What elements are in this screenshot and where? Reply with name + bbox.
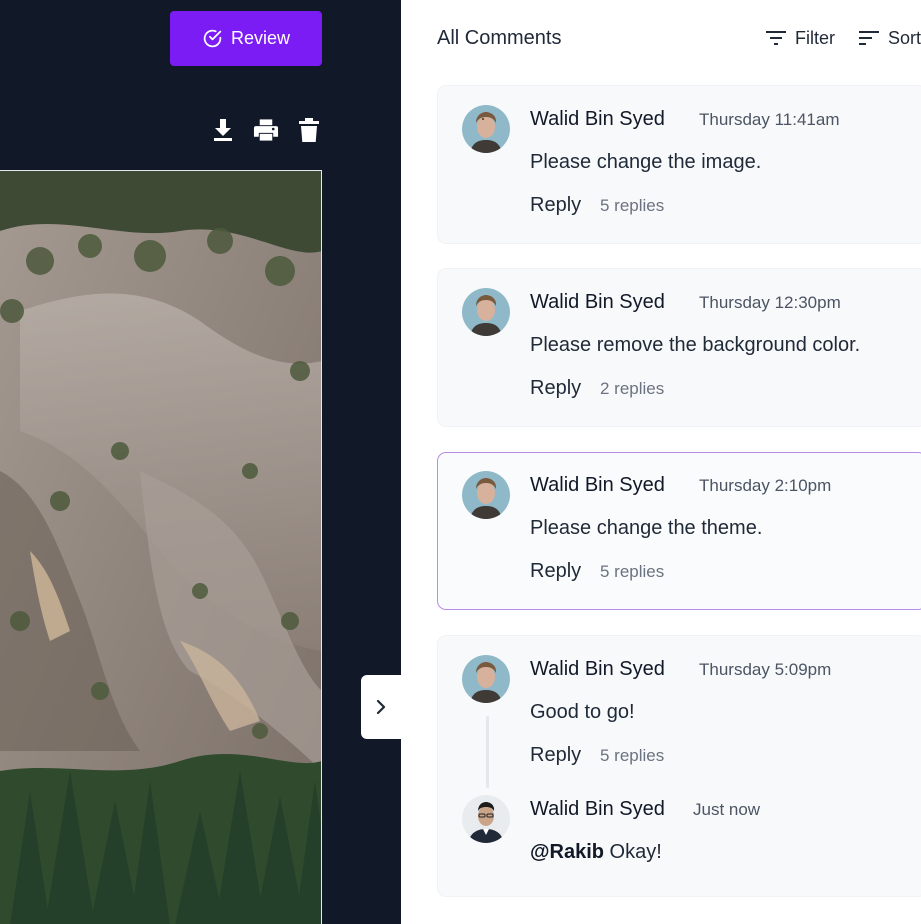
comment-card[interactable]: Walid Bin Syed Thursday 5:09pm Good to g… bbox=[437, 635, 921, 897]
download-icon[interactable] bbox=[210, 116, 236, 144]
reply-message: Okay! bbox=[603, 841, 662, 863]
preview-panel: Review bbox=[0, 0, 401, 924]
mention-link[interactable]: @Rakib bbox=[530, 841, 604, 863]
filter-icon bbox=[765, 31, 786, 45]
reply-button[interactable]: Reply bbox=[530, 377, 581, 400]
comment-author: Walid Bin Syed bbox=[530, 658, 665, 680]
comment-time: Thursday 12:30pm bbox=[699, 293, 841, 312]
comment-author: Walid Bin Syed bbox=[530, 291, 665, 313]
sort-label: Sort bbox=[887, 27, 921, 48]
sort-icon bbox=[858, 31, 879, 45]
thread-line bbox=[486, 716, 489, 788]
reply-button[interactable]: Reply bbox=[530, 194, 581, 217]
reply-button[interactable]: Reply bbox=[530, 560, 581, 583]
avatar bbox=[462, 288, 510, 336]
comment-time: Thursday 2:10pm bbox=[699, 476, 832, 495]
comments-panel: All Comments Filter Sort Walid Bin Syed … bbox=[401, 0, 921, 924]
comment-time: Thursday 11:41am bbox=[699, 110, 840, 129]
comments-title: All Comments bbox=[437, 26, 562, 49]
comment-card[interactable]: Walid Bin Syed Thursday 12:30pm Please r… bbox=[437, 268, 921, 427]
chevron-right-icon bbox=[376, 699, 386, 715]
comment-card[interactable]: Walid Bin Syed Thursday 11:41am Please c… bbox=[437, 85, 921, 244]
review-button-label: Review bbox=[230, 28, 291, 48]
comment-time: Thursday 5:09pm bbox=[699, 660, 832, 679]
sort-button[interactable]: Sort bbox=[858, 27, 921, 49]
avatar bbox=[462, 655, 510, 703]
comment-author: Walid Bin Syed bbox=[530, 474, 665, 496]
avatar bbox=[462, 105, 510, 153]
comment-text: Please change the theme. bbox=[530, 517, 763, 539]
replies-count[interactable]: 5 replies bbox=[600, 562, 664, 582]
comments-header: All Comments Filter Sort bbox=[437, 24, 921, 52]
replies-count[interactable]: 5 replies bbox=[600, 196, 664, 216]
comment-text: Please remove the background color. bbox=[530, 334, 861, 356]
reply-author: Walid Bin Syed bbox=[530, 798, 665, 820]
filter-button[interactable]: Filter bbox=[765, 27, 835, 49]
preview-image bbox=[0, 170, 322, 924]
collapse-panel-button[interactable] bbox=[361, 675, 401, 739]
preview-toolbar bbox=[210, 116, 322, 144]
comment-text: Good to go! bbox=[530, 701, 635, 723]
print-icon[interactable] bbox=[253, 116, 279, 144]
comment-author: Walid Bin Syed bbox=[530, 108, 665, 130]
filter-label: Filter bbox=[794, 27, 835, 48]
reply-time: Just now bbox=[693, 800, 761, 819]
reply-avatar bbox=[462, 795, 510, 843]
comment-text: Please change the image. bbox=[530, 151, 762, 173]
avatar bbox=[462, 471, 510, 519]
check-circle-icon bbox=[203, 29, 222, 48]
review-button[interactable]: Review bbox=[170, 11, 322, 66]
reply-button[interactable]: Reply bbox=[530, 744, 581, 767]
replies-count[interactable]: 5 replies bbox=[600, 746, 664, 766]
reply-text: @Rakib Okay! bbox=[530, 841, 662, 864]
trash-icon[interactable] bbox=[296, 116, 322, 144]
comment-card-active[interactable]: Walid Bin Syed Thursday 2:10pm Please ch… bbox=[437, 452, 921, 610]
replies-count[interactable]: 2 replies bbox=[600, 379, 664, 399]
